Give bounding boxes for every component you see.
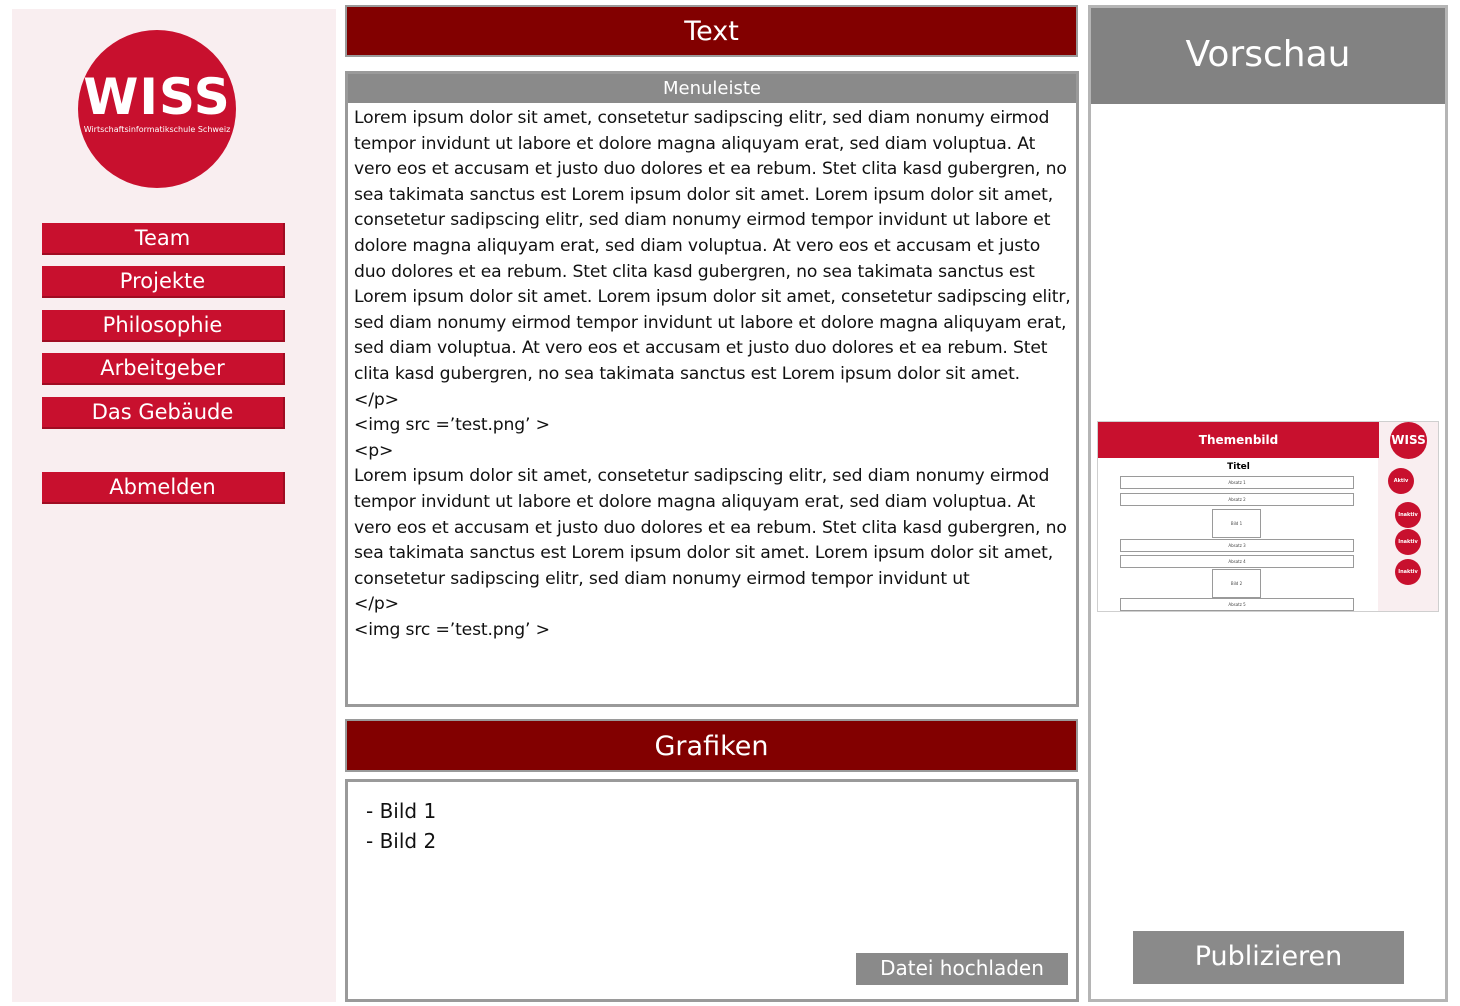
graphics-list: - Bild 1 - Bild 2	[366, 796, 436, 856]
text-section-title: Text	[345, 5, 1078, 57]
logout-button[interactable]: Abmelden	[42, 472, 285, 504]
graphics-section-title: Grafiken	[345, 719, 1078, 772]
graphics-list-item[interactable]: - Bild 2	[366, 826, 436, 856]
thumbnail-row: Absatz 2	[1120, 493, 1354, 506]
logo-subtitle: Wirtschaftsinformatikschule Schweiz	[83, 125, 231, 134]
thumbnail-nav-dot: Aktiv	[1388, 468, 1414, 494]
nav-team-button[interactable]: Team	[42, 223, 285, 255]
wiss-logo: WISS Wirtschaftsinformatikschule Schweiz	[78, 30, 236, 188]
thumbnail-row: Absatz 3	[1120, 539, 1354, 552]
preview-title: Vorschau	[1091, 8, 1445, 104]
thumbnail-image: Bild 1	[1212, 509, 1261, 538]
thumbnail-nav-dot: Inaktiv	[1395, 502, 1421, 528]
thumbnail-nav-dot: Inaktiv	[1395, 529, 1421, 555]
nav-arbeitgeber-button[interactable]: Arbeitgeber	[42, 353, 285, 385]
thumbnail-row: Absatz 4	[1120, 555, 1354, 568]
editor-menubar[interactable]: Menuleiste	[348, 74, 1076, 103]
thumbnail-row: Absatz 1	[1120, 476, 1354, 489]
thumbnail-title: Titel	[1227, 462, 1250, 472]
thumbnail-logo: WISS	[1390, 422, 1427, 459]
nav-philosophie-button[interactable]: Philosophie	[42, 310, 285, 342]
thumbnail-image: Bild 2	[1212, 569, 1261, 598]
logo-name: WISS	[83, 68, 231, 126]
thumbnail-nav-dot: Inaktiv	[1395, 559, 1421, 585]
publish-button[interactable]: Publizieren	[1133, 931, 1404, 984]
text-editor-panel: Menuleiste Lorem ipsum dolor sit amet, c…	[345, 71, 1079, 707]
nav-gebaeude-button[interactable]: Das Gebäude	[42, 397, 285, 429]
upload-file-button[interactable]: Datei hochladen	[856, 953, 1068, 985]
graphics-panel: - Bild 1 - Bild 2 Datei hochladen	[345, 779, 1079, 1002]
graphics-list-item[interactable]: - Bild 1	[366, 796, 436, 826]
thumbnail-header: Themenbild	[1098, 422, 1379, 458]
nav-projekte-button[interactable]: Projekte	[42, 266, 285, 298]
text-editor-content[interactable]: Lorem ipsum dolor sit amet, consetetur s…	[354, 106, 1074, 702]
thumbnail-row: Absatz 5	[1120, 598, 1354, 611]
preview-thumbnail: Themenbild WISS Titel Absatz 1 Absatz 2 …	[1097, 421, 1439, 612]
